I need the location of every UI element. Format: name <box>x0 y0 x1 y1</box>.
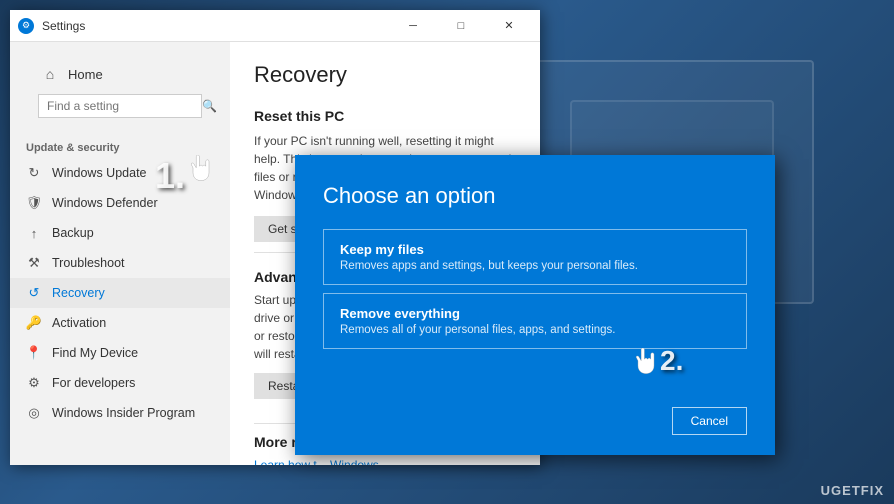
remove-everything-button[interactable]: Remove everything Removes all of your pe… <box>323 293 747 349</box>
sidebar-item-activation[interactable]: 🔑 Activation <box>10 308 230 338</box>
troubleshoot-icon: ⚒ <box>26 255 42 271</box>
nav-label-backup: Backup <box>52 226 94 240</box>
home-label: Home <box>68 67 103 82</box>
settings-icon: ⚙ <box>18 18 34 34</box>
watermark: UGETFIX <box>821 483 884 498</box>
reset-section-title: Reset this PC <box>254 108 516 124</box>
search-input[interactable] <box>47 99 202 113</box>
step-1-label: 1. <box>155 155 185 197</box>
section-label: Update & security <box>10 134 230 158</box>
find-device-icon: 📍 <box>26 345 42 361</box>
insider-icon: ◎ <box>26 405 42 421</box>
sidebar-item-backup[interactable]: ↑ Backup <box>10 218 230 248</box>
option2-sub: Removes all of your personal files, apps… <box>340 324 730 336</box>
shield-icon: 🛡 <box>26 195 42 211</box>
developers-icon: ⚙ <box>26 375 42 391</box>
window-controls: ─ □ ✕ <box>390 10 532 42</box>
learn-more-link[interactable]: Learn how t... Windows <box>254 458 516 465</box>
sidebar-nav: ↻ Windows Update 🛡 Windows Defender ↑ Ba… <box>10 158 230 465</box>
sidebar: ⌂ Home 🔍 Update & security ↻ Windows Upd… <box>10 42 230 465</box>
activation-icon: 🔑 <box>26 315 42 331</box>
step-2-label: 2. <box>660 345 683 377</box>
sidebar-item-troubleshoot[interactable]: ⚒ Troubleshoot <box>10 248 230 278</box>
choose-dialog: Choose an option Keep my files Removes a… <box>295 155 775 455</box>
update-icon: ↻ <box>26 165 42 181</box>
nav-label-insider: Windows Insider Program <box>52 406 195 420</box>
sidebar-item-windows-update[interactable]: ↻ Windows Update <box>10 158 230 188</box>
sidebar-item-developers[interactable]: ⚙ For developers <box>10 368 230 398</box>
close-button[interactable]: ✕ <box>486 10 532 42</box>
nav-label-find-device: Find My Device <box>52 346 138 360</box>
option2-main: Remove everything <box>340 306 730 321</box>
minimize-button[interactable]: ─ <box>390 10 436 42</box>
search-box[interactable]: 🔍 <box>38 94 202 118</box>
sidebar-item-find-device[interactable]: 📍 Find My Device <box>10 338 230 368</box>
home-icon: ⌂ <box>42 66 58 82</box>
keep-my-files-button[interactable]: Keep my files Removes apps and settings,… <box>323 229 747 285</box>
sidebar-item-recovery[interactable]: ↺ Recovery <box>10 278 230 308</box>
dialog-bottom: Cancel <box>323 407 747 435</box>
option1-sub: Removes apps and settings, but keeps you… <box>340 260 730 272</box>
nav-label-windows-update: Windows Update <box>52 166 147 180</box>
option1-main: Keep my files <box>340 242 730 257</box>
recovery-title: Recovery <box>254 62 516 88</box>
recovery-icon: ↺ <box>26 285 42 301</box>
search-icon: 🔍 <box>202 99 217 113</box>
cancel-button[interactable]: Cancel <box>672 407 747 435</box>
title-bar: ⚙ Settings ─ □ ✕ <box>10 10 540 42</box>
nav-label-activation: Activation <box>52 316 106 330</box>
dialog-title: Choose an option <box>323 183 747 209</box>
sidebar-item-home[interactable]: ⌂ Home <box>26 58 214 90</box>
sidebar-item-insider[interactable]: ◎ Windows Insider Program <box>10 398 230 428</box>
nav-label-troubleshoot: Troubleshoot <box>52 256 125 270</box>
nav-label-windows-defender: Windows Defender <box>52 196 158 210</box>
window-title: Settings <box>42 19 390 33</box>
nav-label-recovery: Recovery <box>52 286 105 300</box>
sidebar-header: ⌂ Home 🔍 <box>10 42 230 134</box>
sidebar-item-windows-defender[interactable]: 🛡 Windows Defender <box>10 188 230 218</box>
nav-label-developers: For developers <box>52 376 135 390</box>
backup-icon: ↑ <box>26 225 42 241</box>
maximize-button[interactable]: □ <box>438 10 484 42</box>
